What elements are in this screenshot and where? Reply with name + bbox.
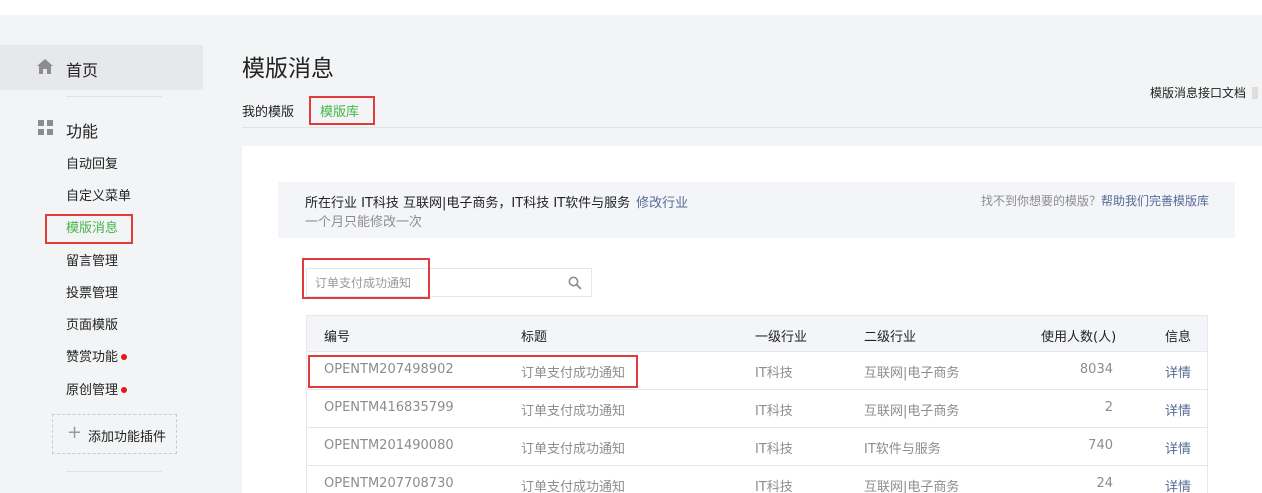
details-link[interactable]: 详情 [1165, 438, 1191, 457]
sidebar-functions-label: 功能 [66, 122, 99, 141]
table-header: 编号 标题 一级行业 二级行业 使用人数(人) 信息 [306, 315, 1208, 352]
cell-title: 订单支付成功通知 [521, 480, 626, 493]
sidebar-item-auto-reply[interactable]: 自动回复 [66, 155, 118, 175]
industry-line: 所在行业 IT科技 互联网|电子商务，IT科技 IT软件与服务 修改行业 [305, 192, 688, 211]
highlight-box-search [302, 258, 430, 299]
sidebar-item-label: 自动回复 [66, 157, 119, 172]
sidebar-item-label: 赞赏功能 [66, 350, 119, 365]
cell-primary-industry: IT科技 [755, 442, 793, 457]
cell-primary-industry: IT科技 [755, 480, 793, 493]
cell-title: 订单支付成功通知 [521, 404, 626, 419]
column-header-primary-industry: 一级行业 [755, 330, 808, 345]
cell-users: 24 [1096, 476, 1113, 491]
grid-icon [38, 120, 53, 135]
modify-industry-link[interactable]: 修改行业 [636, 196, 688, 211]
column-header-title: 标题 [521, 330, 548, 345]
new-dot-icon [121, 387, 128, 393]
cell-id: OPENTM201490080 [324, 438, 454, 453]
new-dot-icon [121, 354, 128, 360]
sidebar-item-comment-management[interactable]: 留言管理 [66, 252, 118, 272]
doc-link-icon [1252, 87, 1259, 99]
table-row: OPENTM201490080 订单支付成功通知 IT科技 IT软件与服务 74… [306, 428, 1208, 466]
cell-users: 2 [1104, 400, 1113, 415]
industry-info-box: 所在行业 IT科技 互联网|电子商务，IT科技 IT软件与服务 修改行业 一个月只… [278, 182, 1235, 238]
page-title: 模版消息 [242, 56, 334, 82]
home-icon [37, 59, 53, 74]
column-header-users: 使用人数(人) [1041, 330, 1117, 345]
table-row: OPENTM207708730 订单支付成功通知 IT科技 互联网|电子商务 2… [306, 466, 1208, 493]
sidebar: 首页 功能 自动回复 自定义菜单 模版消息 留言管理 投票管理 页面模版 赞赏功… [0, 15, 218, 493]
cell-primary-industry: IT科技 [755, 404, 793, 419]
details-link[interactable]: 详情 [1165, 476, 1191, 493]
sidebar-section-functions[interactable]: 功能 [0, 115, 203, 141]
column-header-id: 编号 [324, 330, 351, 345]
top-strip [0, 0, 1262, 15]
add-plugin-label: 添加功能插件 [88, 430, 167, 445]
cell-secondary-industry: 互联网|电子商务 [864, 366, 960, 381]
sidebar-item-label: 留言管理 [66, 254, 119, 269]
cell-id: OPENTM207708730 [324, 476, 454, 491]
cell-secondary-industry: 互联网|电子商务 [864, 404, 960, 419]
sidebar-item-original-management[interactable]: 原创管理 [66, 381, 128, 401]
industry-modify-note: 一个月只能修改一次 [305, 215, 423, 230]
details-link[interactable]: 详情 [1165, 400, 1191, 419]
sidebar-item-page-template[interactable]: 页面模版 [66, 316, 118, 336]
help-text: 找不到你想要的模版？ [980, 194, 1101, 208]
add-plugin-button[interactable]: + 添加功能插件 [52, 414, 177, 454]
doc-link-label: 模版消息接口文档 [1150, 86, 1247, 100]
table-row: OPENTM416835799 订单支付成功通知 IT科技 互联网|电子商务 2… [306, 390, 1208, 428]
tabs-divider [242, 127, 1262, 128]
highlight-box-sidebar [45, 214, 133, 244]
highlight-box-row [308, 355, 638, 388]
sidebar-item-vote-management[interactable]: 投票管理 [66, 284, 118, 304]
cell-id: OPENTM416835799 [324, 400, 454, 415]
sidebar-divider [66, 96, 162, 97]
cell-primary-industry: IT科技 [755, 366, 793, 381]
sidebar-home-label: 首页 [66, 61, 99, 80]
cell-users: 740 [1088, 438, 1113, 453]
tab-my-templates[interactable]: 我的模版 [242, 101, 294, 120]
sidebar-item-reward[interactable]: 赞赏功能 [66, 348, 128, 368]
sidebar-item-label: 原创管理 [66, 383, 119, 398]
column-header-info: 信息 [1165, 330, 1192, 345]
cell-secondary-industry: IT软件与服务 [864, 442, 941, 457]
cell-secondary-industry: 互联网|电子商务 [864, 480, 960, 493]
cell-users: 8034 [1079, 362, 1113, 377]
sidebar-item-home[interactable]: 首页 [0, 45, 203, 90]
improve-library-link[interactable]: 帮助我们完善模版库 [1101, 194, 1209, 208]
sidebar-item-custom-menu[interactable]: 自定义菜单 [66, 187, 131, 207]
sidebar-divider [66, 471, 162, 472]
sidebar-item-label: 页面模版 [66, 318, 119, 333]
plus-icon: + [67, 422, 83, 443]
highlight-box-tab [309, 96, 375, 125]
industry-text: 所在行业 IT科技 互联网|电子商务，IT科技 IT软件与服务 [305, 196, 631, 211]
column-header-secondary-industry: 二级行业 [864, 330, 917, 345]
template-help: 找不到你想要的模版？帮助我们完善模版库 [981, 192, 1209, 209]
details-link[interactable]: 详情 [1165, 362, 1191, 381]
sidebar-item-label: 自定义菜单 [66, 189, 132, 204]
search-icon[interactable] [568, 276, 582, 290]
template-api-doc-link[interactable]: 模版消息接口文档 [1150, 84, 1259, 101]
cell-title: 订单支付成功通知 [521, 442, 626, 457]
sidebar-item-label: 投票管理 [66, 286, 119, 301]
